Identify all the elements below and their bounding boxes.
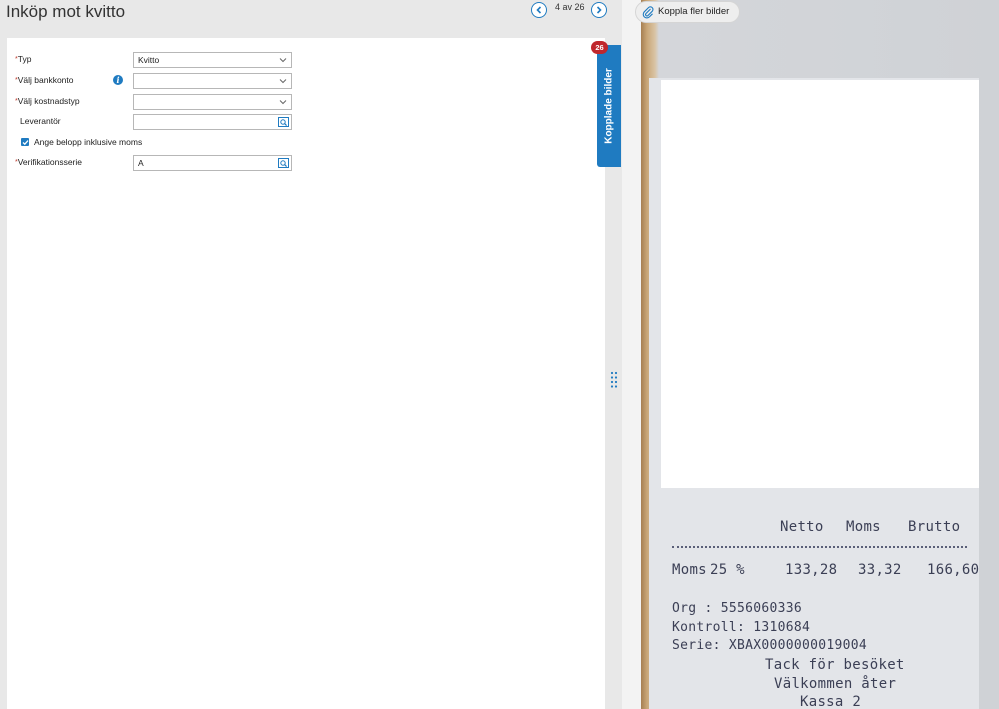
left-pane: Inköp mot kvitto 4 av 26 *Typ Kvitto *Vä…: [0, 0, 622, 709]
receipt-blank-area: [661, 80, 979, 488]
bankkonto-select[interactable]: [133, 73, 292, 89]
search-lookup-icon[interactable]: [278, 158, 289, 168]
chevron-down-icon: [279, 79, 287, 84]
receipt-line-1: Org : 5556060336: [672, 601, 803, 616]
verifikationsserie-label-text: Verifikationsserie: [17, 157, 82, 167]
receipt-row-netto: 133,28: [785, 562, 838, 578]
leverantor-input[interactable]: [133, 114, 292, 130]
receipt-line-2: Kontroll: 1310684: [672, 620, 811, 635]
kostnadstyp-label: *Välj kostnadstyp: [15, 96, 80, 106]
form-panel: *Typ Kvitto *Välj bankkonto i *Välj kost…: [7, 38, 605, 709]
receipt-kassa: Kassa 2: [800, 694, 862, 709]
chevron-down-icon: [279, 58, 287, 63]
row-moms-checkbox: Ange belopp inklusive moms: [7, 136, 307, 152]
koppla-fler-bilder-button[interactable]: Koppla fler bilder: [635, 1, 741, 23]
bankkonto-label-text: Välj bankkonto: [17, 75, 74, 85]
next-button[interactable]: [590, 2, 607, 18]
receipt-line-3: Serie: XBAX0000000019004: [672, 638, 868, 653]
row-verifikationsserie: *Verifikationsserie A: [7, 155, 307, 171]
receipt-row-label: Moms: [672, 562, 707, 578]
pager: 4 av 26: [531, 2, 607, 18]
required-marker: *: [15, 159, 18, 166]
checkmark-icon: [22, 139, 28, 145]
previous-button[interactable]: [531, 2, 547, 18]
image-count-badge: 26: [591, 41, 608, 54]
chevron-down-icon: [279, 100, 287, 105]
search-lookup-icon[interactable]: [278, 117, 289, 127]
typ-label: *Typ: [15, 54, 31, 64]
required-marker: *: [15, 56, 18, 63]
receipt-row-rate: 25 %: [710, 562, 745, 578]
receipt-row-brutto: 166,60: [927, 562, 980, 578]
chevron-right-icon: [596, 6, 602, 14]
bankkonto-label: *Välj bankkonto: [15, 75, 74, 85]
receipt-row-moms: 33,32: [858, 562, 902, 578]
chevron-left-icon: [536, 6, 542, 14]
verifikationsserie-input[interactable]: A: [133, 155, 292, 171]
receipt-col-netto: Netto: [780, 519, 824, 535]
drag-handle-icon[interactable]: [610, 371, 618, 389]
kopplade-bilder-tab-label: Kopplade bilder: [603, 68, 615, 144]
moms-checkbox[interactable]: [21, 138, 29, 146]
verifikationsserie-label: *Verifikationsserie: [15, 157, 82, 167]
receipt-thanks: Tack för besöket: [765, 657, 905, 673]
row-bankkonto: *Välj bankkonto i: [7, 73, 307, 89]
moms-checkbox-label: Ange belopp inklusive moms: [34, 137, 143, 147]
kostnadstyp-select[interactable]: [133, 94, 292, 110]
receipt-col-brutto: Brutto: [908, 519, 961, 535]
typ-label-text: Typ: [17, 54, 32, 64]
image-viewer-pane: Netto Moms Brutto Moms 25 % 133,28 33,32…: [622, 0, 999, 709]
receipt-welcome: Välkommen åter: [774, 676, 897, 692]
verifikationsserie-input-value: A: [138, 158, 144, 168]
info-icon[interactable]: i: [113, 75, 123, 85]
page-title: Inköp mot kvitto: [6, 2, 126, 21]
paperclip-icon: [642, 6, 654, 19]
row-leverantor: Leverantör: [7, 114, 307, 130]
kostnadstyp-label-text: Välj kostnadstyp: [17, 96, 80, 106]
receipt-col-moms: Moms: [846, 519, 881, 535]
required-marker: *: [15, 98, 18, 105]
kopplade-bilder-tab[interactable]: Kopplade bilder: [597, 45, 621, 167]
koppla-fler-bilder-label: Koppla fler bilder: [658, 6, 730, 17]
required-marker: *: [15, 77, 18, 84]
row-kostnadstyp: *Välj kostnadstyp: [7, 94, 307, 110]
receipt-divider: [672, 546, 967, 548]
row-typ: *Typ Kvitto: [7, 52, 307, 68]
leverantor-label: Leverantör: [20, 116, 61, 126]
typ-select[interactable]: Kvitto: [133, 52, 292, 68]
typ-select-value: Kvitto: [138, 55, 160, 65]
pager-text: 4 av 26: [555, 2, 585, 12]
